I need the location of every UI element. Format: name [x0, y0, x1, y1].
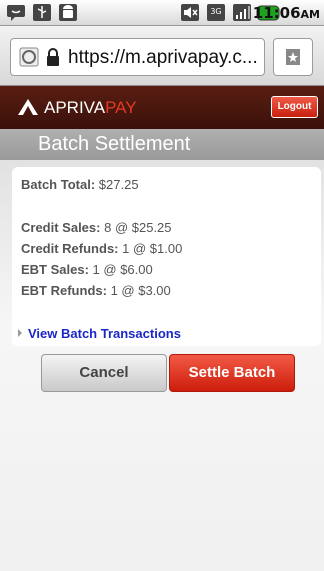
brand-name: APRIVAPAY: [44, 98, 137, 117]
settle-batch-button[interactable]: Settle Batch: [169, 354, 295, 392]
view-batch-transactions-link[interactable]: View Batch Transactions: [18, 326, 181, 341]
title-bar: Batch Settlement: [0, 129, 324, 160]
chat-icon: [7, 5, 25, 21]
summary-row: Credit Sales: 8 @ $25.25: [21, 220, 172, 235]
batch-total-line: Batch Total: $27.25: [21, 177, 139, 192]
browser-toolbar: https://m.aprivapay.c...: [0, 26, 324, 86]
app-header: APRIVAPAY Logout: [0, 86, 324, 129]
logout-button[interactable]: Logout: [271, 96, 318, 118]
mute-icon: [181, 4, 199, 21]
svg-text:3G: 3G: [210, 7, 221, 16]
status-bar: 3G 11:06AM: [0, 0, 324, 26]
lock-icon: [47, 48, 59, 66]
page-title: Batch Settlement: [38, 133, 191, 155]
bookmark-icon: [286, 49, 300, 65]
batch-summary-card: Batch Total: $27.25 Credit Sales: 8 @ $2…: [12, 167, 321, 346]
summary-row: EBT Sales: 1 @ $6.00: [21, 262, 153, 277]
summary-row: EBT Refunds: 1 @ $3.00: [21, 283, 171, 298]
apriva-logo-icon: [18, 99, 38, 115]
clock: 11:06AM: [252, 4, 320, 22]
bookmark-button[interactable]: [273, 38, 313, 76]
signal-icon: [233, 4, 251, 21]
usb-icon: [33, 4, 51, 21]
url-bar[interactable]: https://m.aprivapay.c...: [10, 38, 265, 76]
cancel-button[interactable]: Cancel: [41, 354, 167, 392]
expand-triangle-icon: [18, 329, 22, 337]
site-icon: [19, 47, 39, 67]
android-debug-icon: [59, 4, 77, 21]
summary-row: Credit Refunds: 1 @ $1.00: [21, 241, 183, 256]
3g-icon: 3G: [207, 4, 225, 21]
url-text: https://m.aprivapay.c...: [68, 47, 258, 68]
